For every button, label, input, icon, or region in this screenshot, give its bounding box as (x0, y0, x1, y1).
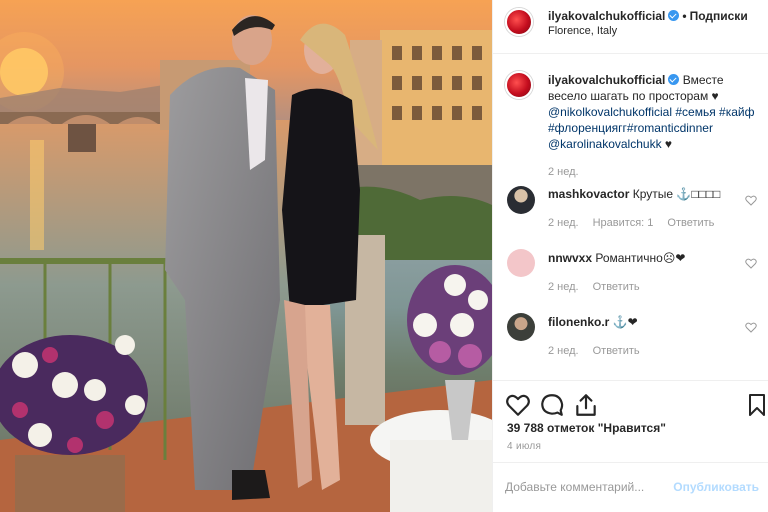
comment-reply-button[interactable]: Ответить (593, 281, 640, 293)
likes-count[interactable]: 39 788 отметок "Нравится" (507, 421, 666, 435)
photo-illustration (0, 0, 492, 512)
author-avatar[interactable] (505, 8, 533, 36)
publish-button[interactable]: Опубликовать (673, 480, 759, 494)
comment-time[interactable]: 2 нед. (548, 345, 579, 357)
caption-username[interactable]: ilyakovalchukofficial (548, 73, 665, 87)
comment-reply-button[interactable]: Ответить (593, 345, 640, 357)
bookmark-icon[interactable] (747, 392, 767, 418)
comment-text: filonenko.r ⚓❤ (548, 315, 738, 329)
comment-avatar[interactable] (507, 249, 535, 277)
comment-text: mashkovactor Крутые ⚓□□□□ (548, 187, 738, 201)
add-comment-bar: Опубликовать (493, 462, 768, 512)
post-panel: ilyakovalchukofficial • Подписки Florence,… (492, 0, 768, 512)
comment-like-heart-icon[interactable] (745, 195, 757, 206)
comment-meta: 2 нед. Ответить (548, 345, 654, 357)
caption-avatar[interactable] (505, 71, 533, 99)
comment-avatar[interactable] (507, 313, 535, 341)
comment-time[interactable]: 2 нед. (548, 217, 579, 229)
post-date[interactable]: 4 июля (507, 441, 541, 452)
comment-username[interactable]: nnwvxx (548, 251, 592, 265)
caption-heart: ♥ (664, 137, 673, 151)
caption-verified-icon (668, 74, 680, 85)
separator-dot: • (682, 9, 687, 23)
comment-text: nnwvxx Романтично☹❤ (548, 251, 738, 265)
comment-body: Романтично☹❤ (595, 251, 686, 265)
comment-time[interactable]: 2 нед. (548, 281, 579, 293)
add-comment-input[interactable] (505, 477, 675, 497)
comment-username[interactable]: mashkovactor (548, 187, 629, 201)
author-username[interactable]: ilyakovalchukofficial (548, 9, 665, 23)
comment-like-heart-icon[interactable] (745, 322, 757, 333)
comment-like-heart-icon[interactable] (745, 258, 757, 269)
caption-mention-karolina[interactable]: @karolinakovalchukk (548, 137, 662, 151)
comment-body: ⚓❤ (612, 315, 638, 329)
caption-time[interactable]: 2 нед. (548, 166, 579, 178)
verified-badge-icon (668, 10, 680, 21)
author-line: ilyakovalchukofficial • Подписки (548, 9, 748, 23)
comment-avatar[interactable] (507, 186, 535, 214)
caption: ilyakovalchukofficial Вместе весело шага… (548, 72, 760, 152)
share-icon[interactable] (573, 392, 599, 418)
comment-username[interactable]: filonenko.r (548, 315, 609, 329)
comment-meta: 2 нед. Нравится: 1 Ответить (548, 217, 728, 229)
comments-section[interactable]: ilyakovalchukofficial Вместе весело шага… (493, 55, 768, 380)
heart-icon[interactable] (505, 392, 531, 418)
comment-reply-button[interactable]: Ответить (667, 217, 714, 229)
comment-body: Крутые ⚓□□□□ (632, 187, 721, 201)
comment-likes[interactable]: Нравится: 1 (593, 217, 654, 229)
comment-icon[interactable] (539, 392, 565, 418)
caption-mention-nikol[interactable]: @nikolkovalchukofficial (548, 105, 672, 119)
post-photo[interactable] (0, 0, 492, 512)
post-location[interactable]: Florence, Italy (548, 25, 617, 37)
follow-status-button[interactable]: Подписки (690, 9, 748, 23)
comment-meta: 2 нед. Ответить (548, 281, 654, 293)
post-header: ilyakovalchukofficial • Подписки Florence,… (493, 0, 768, 54)
